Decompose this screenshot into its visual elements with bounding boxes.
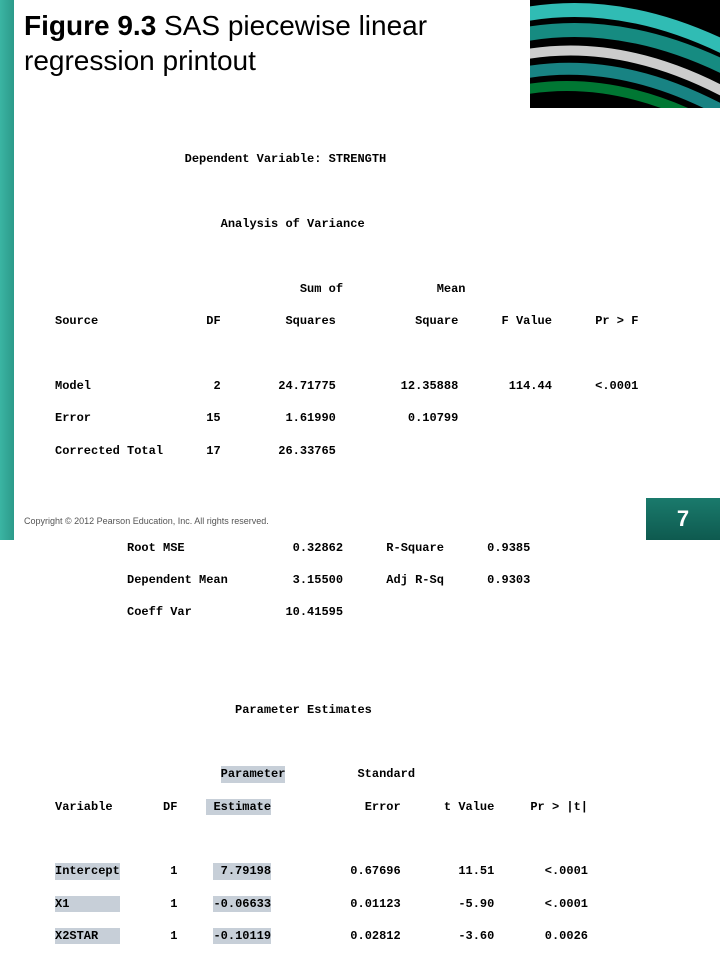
blank [55,345,665,361]
blank [55,831,665,847]
anova-header-1: Sum of Mean [55,281,665,297]
figure-number: Figure 9.3 [24,10,156,41]
fit-row-2: Dependent Mean 3.15500 Adj R-Sq 0.9303 [55,572,665,588]
sas-anova-heading: Analysis of Variance [55,216,665,232]
blank [55,637,665,653]
anova-row-model: Model 2 24.71775 12.35888 114.44 <.0001 [55,378,665,394]
figure-title: Figure 9.3 SAS piecewise linear regressi… [24,8,504,78]
pe-heading: Parameter Estimates [55,702,665,718]
corner-decorative-image [530,0,720,108]
sas-printout: Dependent Variable: STRENGTH Analysis of… [55,135,665,961]
left-accent-bar [0,0,14,540]
blank [55,184,665,200]
pe-row-x1: X1 1 -0.06633 0.01123 -5.90 <.0001 [55,896,665,912]
pe-header-2: Variable DF Estimate Error t Value Pr > … [55,799,665,815]
fit-row-3: Coeff Var 10.41595 [55,604,665,620]
pe-row-x2star: X2STAR 1 -0.10119 0.02812 -3.60 0.0026 [55,928,665,944]
fit-row-1: Root MSE 0.32862 R-Square 0.9385 [55,540,665,556]
sas-depvar-line: Dependent Variable: STRENGTH [55,151,665,167]
blank [55,734,665,750]
anova-header-2: Source DF Squares Square F Value Pr > F [55,313,665,329]
page-number: 7 [646,498,720,540]
pe-header-1: Parameter Standard [55,766,665,782]
blank [55,248,665,264]
anova-row-ctotal: Corrected Total 17 26.33765 [55,443,665,459]
blank [55,669,665,685]
anova-row-error: Error 15 1.61990 0.10799 [55,410,665,426]
pe-row-intercept: Intercept 1 7.79198 0.67696 11.51 <.0001 [55,863,665,879]
copyright-footer: Copyright © 2012 Pearson Education, Inc.… [24,516,269,526]
blank [55,475,665,491]
